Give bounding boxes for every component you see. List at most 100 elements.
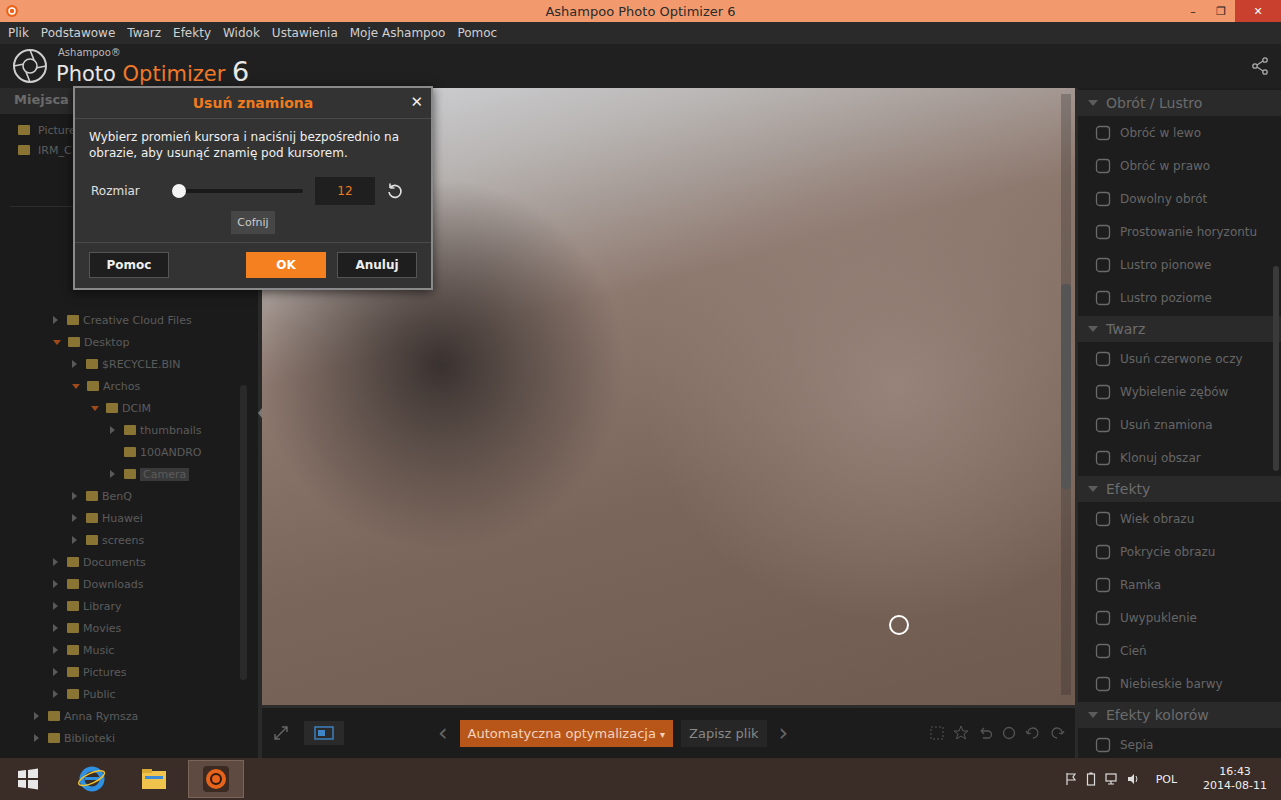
- size-slider[interactable]: [173, 184, 303, 198]
- tree-item[interactable]: Camera: [0, 463, 258, 485]
- input-language[interactable]: POL: [1156, 773, 1177, 786]
- battery-icon[interactable]: [1086, 772, 1096, 786]
- window-control-button[interactable]: ✕: [1235, 0, 1281, 22]
- reset-icon[interactable]: [385, 181, 405, 201]
- scrollbar[interactable]: [240, 385, 247, 680]
- network-icon[interactable]: [1104, 772, 1118, 786]
- collapsed-arrow-icon[interactable]: [53, 558, 58, 566]
- collapsed-arrow-icon[interactable]: [53, 580, 58, 588]
- tool-item[interactable]: Lustro pionowe: [1078, 248, 1281, 281]
- tree-item[interactable]: Movies: [0, 617, 258, 639]
- menu-item[interactable]: Pomoc: [451, 26, 503, 40]
- collapsed-arrow-icon[interactable]: [72, 536, 77, 544]
- collapsed-arrow-icon[interactable]: [53, 668, 58, 676]
- tool-item[interactable]: Ramka: [1078, 568, 1281, 601]
- fullscreen-icon[interactable]: [272, 724, 290, 742]
- tool-item[interactable]: Cień: [1078, 634, 1281, 667]
- taskbar-app[interactable]: [64, 760, 120, 798]
- previous-button[interactable]: ‹: [434, 721, 452, 745]
- tool-item[interactable]: Lustro poziome: [1078, 281, 1281, 314]
- tool-section-header[interactable]: Efekty kolorów: [1078, 702, 1281, 728]
- tree-item[interactable]: BenQ: [0, 485, 258, 507]
- menu-item[interactable]: Ustawienia: [266, 26, 344, 40]
- tool-item[interactable]: Sepia: [1078, 728, 1281, 758]
- tool-item[interactable]: Wybielenie zębów: [1078, 375, 1281, 408]
- menu-item[interactable]: Plik: [2, 26, 35, 40]
- menu-item[interactable]: Widok: [217, 26, 266, 40]
- tree-item[interactable]: thumbnails: [0, 419, 258, 441]
- tool-item[interactable]: Pokrycie obrazu: [1078, 535, 1281, 568]
- menu-item[interactable]: Podstawowe: [35, 26, 121, 40]
- tool-item[interactable]: Dowolny obrót: [1078, 182, 1281, 215]
- tool-item[interactable]: Obróć w prawo: [1078, 149, 1281, 182]
- close-button[interactable]: ✕: [410, 93, 423, 111]
- menu-item[interactable]: Moje Ashampoo: [344, 26, 452, 40]
- undo-icon[interactable]: [977, 725, 993, 741]
- tree-item[interactable]: Biblioteki: [0, 727, 258, 749]
- tool-item[interactable]: Usuń czerwone oczy: [1078, 342, 1281, 375]
- tree-item[interactable]: screens: [0, 529, 258, 551]
- dialog-button[interactable]: OK: [246, 252, 326, 278]
- select-icon[interactable]: [929, 725, 945, 741]
- tree-item[interactable]: Huawei: [0, 507, 258, 529]
- tree-item[interactable]: Music: [0, 639, 258, 661]
- taskbar-app[interactable]: [126, 760, 182, 798]
- expanded-arrow-icon[interactable]: [91, 406, 99, 411]
- tool-item[interactable]: Uwypuklenie: [1078, 601, 1281, 634]
- volume-icon[interactable]: [1126, 772, 1140, 786]
- scrollbar[interactable]: [1273, 266, 1279, 471]
- tool-section-header[interactable]: Twarz: [1078, 316, 1281, 342]
- tree-item[interactable]: Anna Rymsza: [0, 705, 258, 727]
- tool-item[interactable]: Niebieskie barwy: [1078, 667, 1281, 700]
- compare-button[interactable]: [304, 721, 344, 745]
- menu-item[interactable]: Twarz: [121, 26, 167, 40]
- tree-item[interactable]: Downloads: [0, 573, 258, 595]
- rotate-icon[interactable]: [1001, 725, 1017, 741]
- collapsed-arrow-icon[interactable]: [34, 712, 39, 720]
- tree-item[interactable]: Creative Cloud Files: [0, 309, 258, 331]
- expanded-arrow-icon[interactable]: [53, 340, 61, 345]
- rotate-left-icon[interactable]: [1025, 725, 1041, 741]
- undo-button[interactable]: Cofnij: [231, 211, 274, 234]
- expanded-arrow-icon[interactable]: [72, 384, 80, 389]
- size-value-field[interactable]: 12: [315, 177, 375, 205]
- tool-item[interactable]: Klonuj obszar: [1078, 441, 1281, 474]
- slider-knob[interactable]: [172, 184, 186, 198]
- dialog-button[interactable]: Pomoc: [89, 252, 169, 278]
- tree-item[interactable]: Desktop: [0, 331, 258, 353]
- tool-item[interactable]: Wiek obrazu: [1078, 502, 1281, 535]
- tool-section-header[interactable]: Efekty: [1078, 476, 1281, 502]
- clock[interactable]: 16:43 2014-08-11: [1203, 765, 1267, 794]
- tree-item[interactable]: Public: [0, 683, 258, 705]
- tree-item[interactable]: $RECYCLE.BIN: [0, 353, 258, 375]
- collapsed-arrow-icon[interactable]: [53, 316, 58, 324]
- collapsed-arrow-icon[interactable]: [72, 514, 77, 522]
- collapsed-arrow-icon[interactable]: [53, 602, 58, 610]
- next-button[interactable]: ›: [775, 721, 793, 745]
- tool-item[interactable]: Usuń znamiona: [1078, 408, 1281, 441]
- collapsed-arrow-icon[interactable]: [72, 360, 77, 368]
- tool-item[interactable]: Obróć w lewo: [1078, 116, 1281, 149]
- scrollbar[interactable]: [1061, 94, 1071, 695]
- flag-icon[interactable]: [1064, 772, 1078, 786]
- dialog-button[interactable]: Anuluj: [337, 252, 417, 278]
- window-control-button[interactable]: ❐: [1207, 0, 1235, 22]
- rotate-right-icon[interactable]: [1049, 725, 1065, 741]
- tree-item[interactable]: Documents: [0, 551, 258, 573]
- tree-item[interactable]: DCIM: [0, 397, 258, 419]
- collapsed-arrow-icon[interactable]: [72, 492, 77, 500]
- auto-optimize-button[interactable]: Automatyczna optymalizacja ▾: [460, 720, 673, 747]
- windows-start-icon[interactable]: [16, 767, 40, 791]
- star-icon[interactable]: [953, 725, 969, 741]
- menu-item[interactable]: Efekty: [167, 26, 217, 40]
- collapsed-arrow-icon[interactable]: [53, 624, 58, 632]
- taskbar-app[interactable]: [188, 760, 244, 798]
- collapsed-arrow-icon[interactable]: [110, 426, 115, 434]
- tool-section-header[interactable]: Obrót / Lustro: [1078, 90, 1281, 116]
- tree-item[interactable]: Pictures: [0, 661, 258, 683]
- tree-item[interactable]: Archos: [0, 375, 258, 397]
- collapsed-arrow-icon[interactable]: [110, 470, 115, 478]
- tree-item[interactable]: Library: [0, 595, 258, 617]
- tree-item[interactable]: 100ANDRO: [0, 441, 258, 463]
- window-control-button[interactable]: –: [1179, 0, 1207, 22]
